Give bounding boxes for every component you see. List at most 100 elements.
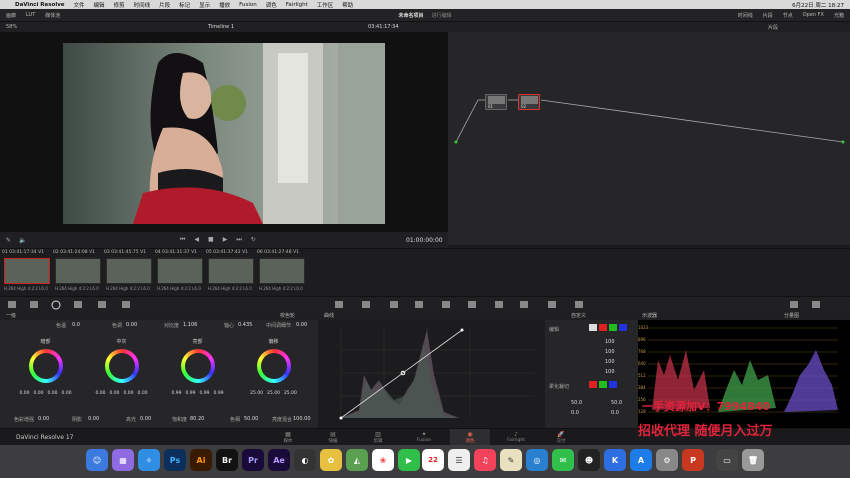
reverse-button[interactable]: ◀ — [194, 236, 199, 244]
contrast-value[interactable]: 1.106 — [183, 322, 197, 328]
menu-item[interactable]: 显示 — [199, 1, 210, 9]
safari-icon[interactable]: ✧ — [138, 449, 160, 471]
first-frame-button[interactable]: ⏮ — [180, 236, 185, 244]
node-editor[interactable]: 01 02 — [448, 32, 850, 245]
menu-item[interactable]: 标记 — [179, 1, 190, 9]
nodes-button[interactable]: 节点 — [783, 12, 793, 19]
node-01[interactable]: 01 — [485, 94, 507, 110]
timeline-button[interactable]: 时间线 — [738, 12, 753, 19]
volume-icon[interactable]: 🔈 — [19, 237, 26, 244]
menu-item[interactable]: 帮助 — [342, 1, 353, 9]
zoom-select[interactable]: 58% — [6, 24, 17, 30]
openfx-button[interactable]: Open FX — [803, 12, 824, 19]
clip-thumbnail[interactable]: 06 03:41:27:48 V1 H.264 High 4:2:2 L6.0 — [257, 249, 306, 294]
clock[interactable]: 6月22日 周二 18:27 — [792, 1, 844, 9]
timeline-select[interactable]: Timeline 1 — [208, 24, 234, 30]
menu-item[interactable]: Fairlight — [286, 2, 308, 8]
gamma-ring[interactable] — [104, 349, 139, 383]
soft-r[interactable] — [589, 381, 597, 388]
clip-image — [106, 258, 152, 284]
offset-wheel[interactable]: 偏移 25.00 25.00 25.00 — [236, 332, 311, 427]
resolve-icon[interactable]: ◐ — [294, 449, 316, 471]
scope-mode-select[interactable]: 分量图 — [784, 312, 799, 319]
reminders-icon[interactable]: ☰ — [448, 449, 470, 471]
lut-button[interactable]: LUT — [26, 12, 35, 18]
channel-y[interactable] — [589, 324, 597, 331]
node-mode-label[interactable]: 片段 — [768, 24, 778, 31]
clip-thumbnail[interactable]: 03 03:41:45:75 V1 H.264 High 4:2:2 L6.0 — [104, 249, 153, 294]
page-fairlight[interactable]: ♪ Fairlight — [496, 431, 536, 443]
menu-item[interactable]: 片段 — [159, 1, 170, 9]
screen-icon[interactable]: ▭ — [716, 449, 738, 471]
finder-icon[interactable]: ☺ — [86, 449, 108, 471]
facetime-icon[interactable]: ▶ — [398, 449, 420, 471]
trash-icon[interactable]: 🗑 — [742, 449, 764, 471]
menu-item[interactable]: 文件 — [74, 1, 85, 9]
gamma-wheel[interactable]: 中灰 0.00 0.00 0.00 0.00 — [84, 332, 159, 427]
illustrator-icon[interactable]: Ai — [190, 449, 212, 471]
media-pool-button[interactable]: 媒体池 — [45, 12, 60, 19]
channel-g[interactable] — [609, 324, 617, 331]
qq-icon[interactable]: ☻ — [578, 449, 600, 471]
lift-wheel[interactable]: 暗部 0.00 0.00 0.00 0.00 — [8, 332, 83, 427]
gain-ring[interactable] — [180, 349, 215, 383]
calendar-icon[interactable]: 22 — [422, 449, 444, 471]
clip-thumbnail[interactable]: 01 03:41:17:34 V1 H.264 High 4:2:2 L6.0 — [2, 249, 51, 294]
notes-icon[interactable]: ✎ — [500, 449, 522, 471]
photoshop-icon[interactable]: Ps — [164, 449, 186, 471]
stop-button[interactable]: ■ — [208, 236, 214, 244]
page-cut[interactable]: ▤ 快编 — [313, 431, 353, 444]
music-icon[interactable]: ♫ — [474, 449, 496, 471]
menu-item[interactable]: 播放 — [219, 1, 230, 9]
menu-item[interactable]: Fusion — [239, 2, 257, 8]
node-02[interactable]: 02 — [518, 94, 540, 110]
tint-value[interactable]: 0.00 — [126, 322, 137, 328]
system-preferences-icon[interactable]: ⚙ — [656, 449, 678, 471]
channel-b[interactable] — [619, 324, 627, 331]
premiere-icon[interactable]: Pr — [242, 449, 264, 471]
clip-thumbnail[interactable]: 04 03:41:31:37 V1 H.264 High 4:2:2 L6.0 — [155, 249, 204, 294]
pivot-value[interactable]: 0.435 — [238, 322, 252, 328]
detail-value[interactable]: 0.00 — [296, 322, 307, 328]
page-color[interactable]: ◉ 调色 — [450, 429, 490, 446]
menu-item[interactable]: 时间线 — [134, 1, 151, 9]
menu-item[interactable]: 修剪 — [114, 1, 125, 9]
clip-thumbnail[interactable]: 05 03:41:37:42 V1 H.264 High 4:2:2 L6.0 — [206, 249, 255, 294]
maps-icon[interactable]: ◭ — [346, 449, 368, 471]
app-store-icon[interactable]: A — [630, 449, 652, 471]
app-menu[interactable]: DaVinci Resolve — [15, 2, 65, 8]
launchpad-icon[interactable]: ▦ — [112, 449, 134, 471]
page-media[interactable]: ▦ 媒体 — [268, 431, 308, 444]
clips-button[interactable]: 片段 — [763, 12, 773, 19]
finder-search-icon[interactable]: ◎ — [526, 449, 548, 471]
photos-icon[interactable]: ❀ — [372, 449, 394, 471]
after-effects-icon[interactable]: Ae — [268, 449, 290, 471]
page-fusion[interactable]: ✦ Fusion — [404, 431, 444, 443]
page-deliver[interactable]: 🚀 交付 — [541, 431, 581, 444]
loop-button[interactable]: ↻ — [251, 236, 256, 244]
last-frame-button[interactable]: ⏭ — [236, 236, 241, 244]
powerpoint-icon[interactable]: P — [682, 449, 704, 471]
play-button[interactable]: ▶ — [223, 236, 228, 244]
pinwheel-icon[interactable]: ✿ — [320, 449, 342, 471]
soft-b[interactable] — [609, 381, 617, 388]
lift-ring[interactable] — [28, 349, 63, 383]
soft-g[interactable] — [599, 381, 607, 388]
gallery-button[interactable]: 画廊 — [6, 12, 16, 19]
menu-item[interactable]: 调色 — [266, 1, 277, 9]
page-edit[interactable]: ▥ 剪辑 — [358, 431, 398, 444]
wechat-icon[interactable]: ✉ — [552, 449, 574, 471]
pen-icon[interactable]: ✎ — [6, 237, 11, 244]
bridge-icon[interactable]: Br — [216, 449, 238, 471]
lightbox-button[interactable]: 光箱 — [834, 12, 844, 19]
menu-item[interactable]: 工作区 — [317, 1, 334, 9]
k-app-icon[interactable]: K — [604, 449, 626, 471]
temp-value[interactable]: 0.0 — [72, 322, 80, 328]
menu-item[interactable]: 编辑 — [94, 1, 105, 9]
offset-ring[interactable] — [256, 349, 291, 383]
channel-r[interactable] — [599, 324, 607, 331]
curves-panel[interactable] — [319, 320, 545, 428]
clip-thumbnail[interactable]: 02 03:41:24:08 V1 H.264 High 4:2:2 L6.0 — [53, 249, 102, 294]
gain-wheel[interactable]: 亮部 0.99 0.99 0.99 0.99 — [160, 332, 235, 427]
wheel-mode-select[interactable]: 校色轮 — [280, 312, 295, 319]
